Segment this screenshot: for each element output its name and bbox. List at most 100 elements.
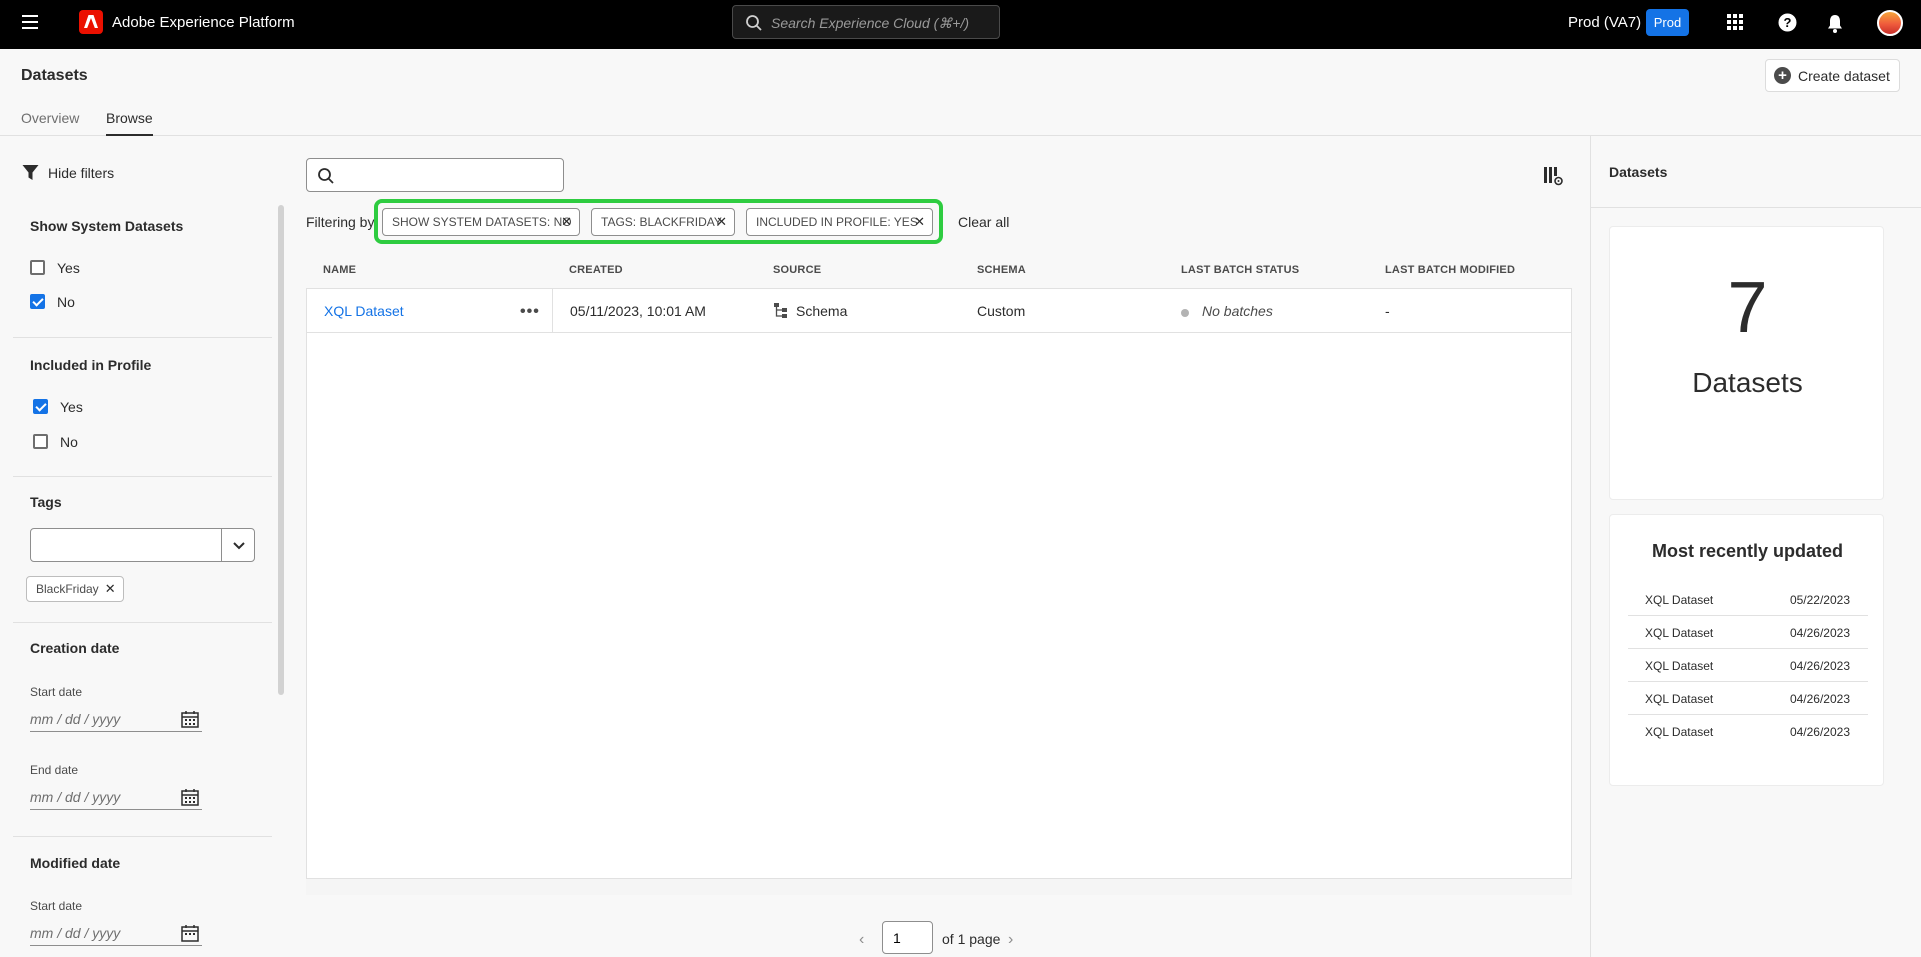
filter-heading: Modified date — [30, 855, 121, 871]
checkbox[interactable] — [33, 434, 48, 449]
remove-filter-icon[interactable]: ✕ — [561, 209, 572, 235]
remove-filter-icon[interactable]: ✕ — [716, 209, 727, 235]
apps-grid-icon[interactable] — [1726, 13, 1744, 31]
last-batch-status-cell: No batches — [1202, 303, 1273, 319]
filter-panel-scrollbar[interactable] — [278, 205, 284, 695]
filtering-by-label: Filtering by — [306, 214, 375, 230]
svg-text:?: ? — [1784, 15, 1792, 30]
modified-start-date-field[interactable] — [30, 920, 202, 946]
notifications-bell-icon[interactable] — [1826, 14, 1844, 34]
datasets-table: XQL Dataset ••• 05/11/2023, 10:01 AM Sch… — [306, 288, 1572, 895]
status-dot-icon — [1181, 309, 1189, 317]
recent-dataset-name[interactable]: XQL Dataset — [1645, 692, 1713, 706]
page-title: Datasets — [21, 67, 88, 84]
dataset-name-link[interactable]: XQL Dataset — [324, 303, 404, 319]
recent-dataset-name[interactable]: XQL Dataset — [1645, 659, 1713, 673]
page-count-label: of 1 page — [942, 931, 1001, 947]
org-switcher[interactable]: Prod (VA7) — [1568, 14, 1641, 31]
search-icon — [746, 15, 762, 31]
next-page-chevron-icon[interactable]: › — [1008, 931, 1013, 949]
dataset-search-input[interactable] — [343, 165, 553, 185]
tags-combobox[interactable] — [30, 528, 255, 562]
app-title[interactable]: Adobe Experience Platform — [112, 14, 295, 31]
recent-dataset-name[interactable]: XQL Dataset — [1645, 593, 1713, 607]
table-row[interactable]: XQL Dataset ••• 05/11/2023, 10:01 AM Sch… — [307, 289, 1571, 333]
chip-label: TAGS: BLACKFRIDAY — [601, 215, 722, 229]
tags-input[interactable] — [30, 528, 222, 562]
tag-chip-label: BlackFriday — [36, 582, 99, 596]
divider — [552, 289, 553, 333]
create-dataset-label: Create dataset — [1798, 68, 1890, 84]
table-footer — [306, 878, 1572, 895]
checkbox-label: No — [60, 434, 78, 450]
remove-filter-icon[interactable]: ✕ — [914, 209, 925, 235]
recent-dataset-date: 05/22/2023 — [1789, 593, 1850, 607]
global-search[interactable] — [732, 5, 1000, 39]
chip-label: INCLUDED IN PROFILE: YES — [756, 215, 918, 229]
filter-system-datasets: Show System Datasets Yes No — [13, 198, 272, 338]
dataset-count-label: Datasets — [1692, 367, 1803, 398]
filter-heading: Creation date — [30, 640, 120, 656]
filter-heading: Tags — [30, 494, 62, 510]
calendar-icon[interactable] — [181, 924, 199, 942]
filter-modified-date: Modified date Start date — [13, 837, 272, 948]
tab-overview[interactable]: Overview — [21, 110, 79, 136]
checkbox-label: Yes — [60, 399, 83, 415]
sandbox-badge[interactable]: Prod — [1646, 9, 1689, 36]
help-icon[interactable]: ? — [1778, 13, 1797, 32]
column-header-created[interactable]: CREATED — [569, 264, 623, 276]
checkbox[interactable] — [30, 260, 45, 275]
create-dataset-button[interactable]: + Create dataset — [1765, 59, 1900, 92]
column-settings-icon[interactable] — [1543, 166, 1563, 186]
checkbox[interactable] — [30, 294, 45, 309]
column-header-last-batch-modified[interactable]: LAST BATCH MODIFIED — [1385, 264, 1515, 276]
list-item: XQL Dataset 04/26/2023 — [1628, 715, 1868, 748]
recent-dataset-date: 04/26/2023 — [1789, 692, 1850, 706]
column-header-name[interactable]: NAME — [323, 264, 356, 276]
schema-cell: Custom — [977, 303, 1026, 319]
list-item: XQL Dataset 04/26/2023 — [1628, 649, 1868, 682]
column-header-source[interactable]: SOURCE — [773, 264, 821, 276]
remove-tag-icon[interactable]: ✕ — [105, 577, 116, 601]
calendar-icon[interactable] — [181, 710, 199, 728]
adobe-logo-icon[interactable] — [79, 10, 103, 34]
column-header-schema[interactable]: SCHEMA — [977, 264, 1026, 276]
checkbox[interactable] — [33, 399, 48, 414]
date-input[interactable] — [30, 788, 170, 806]
creation-end-date-field[interactable] — [30, 784, 202, 810]
start-date-label: Start date — [30, 685, 83, 699]
more-actions-icon[interactable]: ••• — [520, 303, 540, 321]
filter-funnel-icon — [22, 165, 39, 180]
date-input[interactable] — [30, 924, 170, 942]
applied-filter-chip-profile: INCLUDED IN PROFILE: YES ✕ — [746, 208, 933, 236]
filter-creation-date: Creation date Start date End date — [13, 623, 272, 837]
global-search-input[interactable] — [771, 13, 991, 33]
user-avatar[interactable] — [1877, 10, 1903, 36]
tag-chip-blackfriday: BlackFriday ✕ — [26, 576, 124, 602]
source-cell: Schema — [796, 303, 848, 319]
filter-panel: Show System Datasets Yes No Included in … — [13, 198, 272, 948]
menu-icon[interactable] — [22, 15, 38, 29]
recent-dataset-name[interactable]: XQL Dataset — [1645, 725, 1713, 739]
dataset-search[interactable] — [306, 158, 564, 192]
recent-dataset-name[interactable]: XQL Dataset — [1645, 626, 1713, 640]
checkbox-label: Yes — [57, 260, 80, 276]
clear-all-filters-button[interactable]: Clear all — [958, 214, 1009, 230]
chevron-down-icon — [233, 542, 245, 550]
dataset-count: 7 — [1727, 268, 1768, 348]
add-circle-icon: + — [1774, 67, 1791, 84]
filter-included-in-profile: Included in Profile Yes No — [13, 338, 272, 477]
calendar-icon[interactable] — [181, 788, 199, 806]
hide-filters-label: Hide filters — [48, 165, 115, 181]
end-date-label: End date — [30, 763, 79, 777]
date-input[interactable] — [30, 710, 170, 728]
previous-page-chevron-icon[interactable]: ‹ — [859, 931, 864, 949]
list-item: XQL Dataset 04/26/2023 — [1628, 682, 1868, 715]
tags-dropdown-button[interactable] — [221, 528, 255, 562]
tab-browse[interactable]: Browse — [106, 110, 153, 136]
page-number-input[interactable] — [882, 921, 933, 954]
summary-panel: Datasets 7 Datasets Most recently update… — [1590, 136, 1921, 957]
creation-start-date-field[interactable] — [30, 706, 202, 732]
column-header-last-batch-status[interactable]: LAST BATCH STATUS — [1181, 264, 1299, 276]
list-item: XQL Dataset 04/26/2023 — [1628, 616, 1868, 649]
